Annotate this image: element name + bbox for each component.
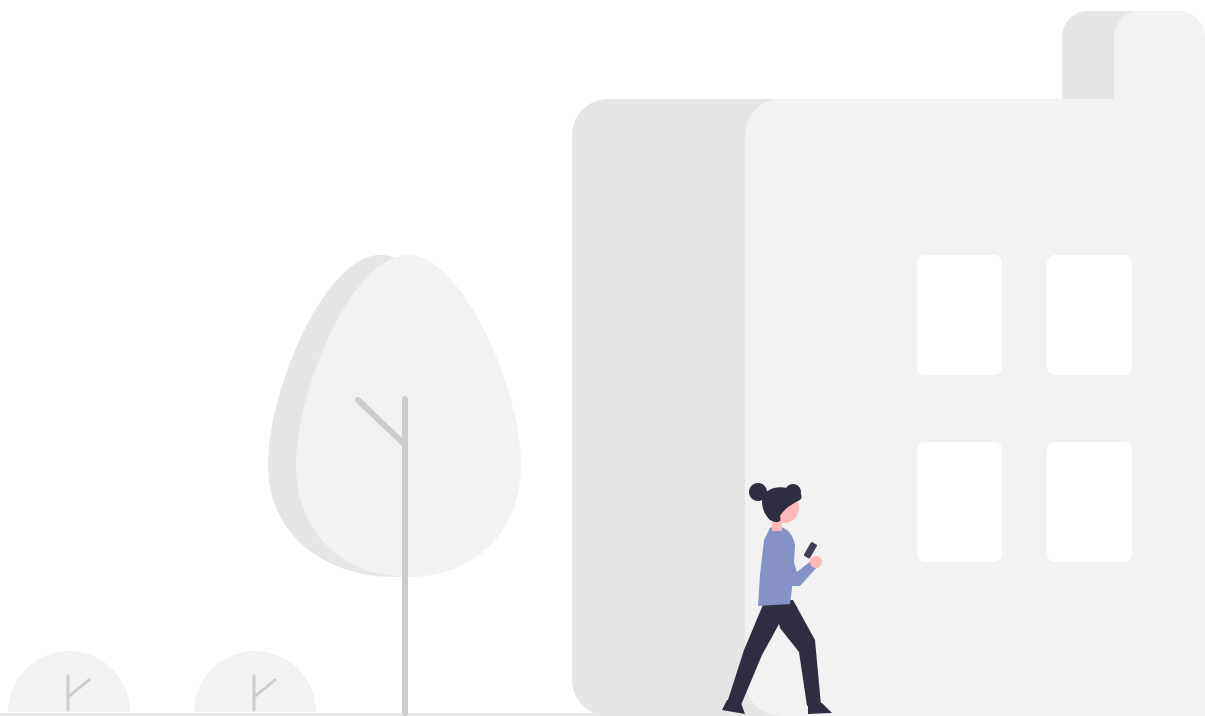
building-window	[1047, 255, 1132, 375]
building-window	[917, 442, 1002, 562]
illustration-scene	[0, 0, 1205, 716]
bush	[194, 651, 316, 712]
scene-svg	[0, 11, 1205, 716]
building-window	[1047, 442, 1132, 562]
person-hair-bun	[749, 483, 767, 501]
person-hair-bun	[785, 484, 801, 500]
building-window	[917, 255, 1002, 375]
tree	[268, 255, 521, 716]
building	[572, 11, 1205, 716]
bush	[8, 651, 130, 712]
person-hand	[810, 556, 822, 568]
building-front-wall	[745, 99, 1205, 716]
